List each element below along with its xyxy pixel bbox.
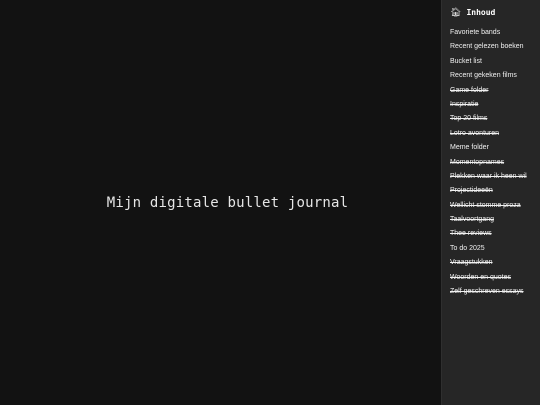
sidebar-item[interactable]: To do 2025 xyxy=(450,242,532,256)
sidebar-item[interactable]: Game folder xyxy=(450,84,532,98)
sidebar-item[interactable]: Bucket list xyxy=(450,55,532,69)
sidebar-item[interactable]: Recent gekeken films xyxy=(450,69,532,83)
sidebar-item[interactable]: Momentopnames xyxy=(450,156,532,170)
sidebar-item[interactable]: Zelf geschreven essays xyxy=(450,285,532,299)
main-content: Mijn digitale bullet journal xyxy=(0,0,441,405)
sidebar-item[interactable]: Woorden en quotes xyxy=(450,271,532,285)
sidebar-item[interactable]: Meme folder xyxy=(450,141,532,155)
sidebar-item[interactable]: Taalvoortgang xyxy=(450,213,532,227)
sidebar-item[interactable]: Lotro avonturen xyxy=(450,127,532,141)
sidebar-header: 🏠︎ Inhoud xyxy=(450,6,532,18)
sidebar-item[interactable]: Projectideeën xyxy=(450,184,532,198)
sidebar: 🏠︎ Inhoud Favoriete bands Recent gelezen… xyxy=(441,0,540,405)
sidebar-item[interactable]: Vraagstukken xyxy=(450,256,532,270)
home-icon: 🏠︎ xyxy=(450,6,462,17)
sidebar-item[interactable]: Wellicht stomme proza xyxy=(450,199,532,213)
sidebar-item[interactable]: Recent gelezen boeken xyxy=(450,40,532,54)
sidebar-item[interactable]: Thee reviews xyxy=(450,227,532,241)
sidebar-item[interactable]: Favoriete bands xyxy=(450,26,532,40)
app-window: Mijn digitale bullet journal 🏠︎ Inhoud F… xyxy=(0,0,540,405)
sidebar-item[interactable]: Top 20 films xyxy=(450,112,532,126)
page-title: Mijn digitale bullet journal xyxy=(106,194,349,211)
sidebar-title: Inhoud xyxy=(466,7,496,17)
sidebar-item[interactable]: Plekken waar ik heen wil xyxy=(450,170,532,184)
sidebar-item[interactable]: Inspiratie xyxy=(450,98,532,112)
sidebar-list: Favoriete bands Recent gelezen boeken Bu… xyxy=(450,26,532,299)
